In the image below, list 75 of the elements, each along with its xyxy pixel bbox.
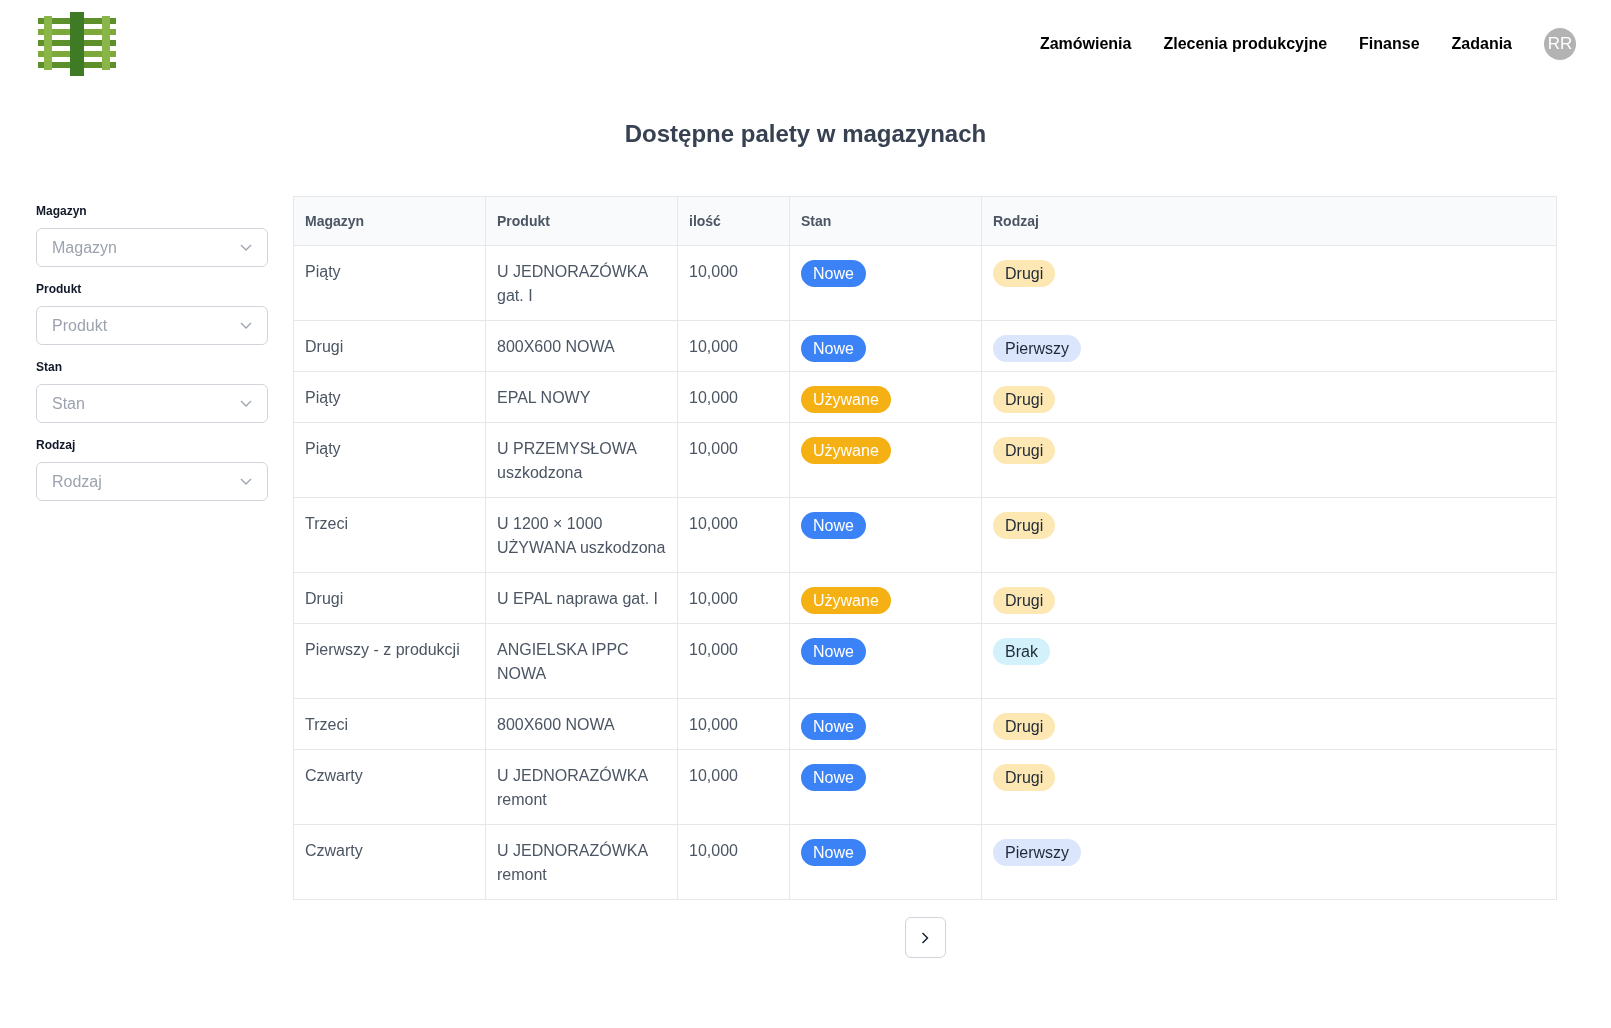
table-cell: 800X600 NOWA <box>485 698 678 750</box>
filter-select[interactable]: Magazyn <box>36 228 268 267</box>
table-cell: 10,000 <box>677 497 790 573</box>
table-cell: ANGIELSKA IPPC NOWA <box>485 623 678 699</box>
type-badge: Drugi <box>993 587 1056 614</box>
status-badge: Nowe <box>801 839 866 866</box>
filter-label: Magazyn <box>36 203 88 220</box>
status-badge: Używane <box>801 437 891 464</box>
filter-label: Stan <box>36 359 63 376</box>
table-cell: Piąty <box>293 245 486 321</box>
column-header: Magazyn <box>293 196 486 246</box>
chevron-right-icon <box>921 931 929 944</box>
table-cell: U JEDNORAZÓWKA gat. I <box>485 245 678 321</box>
table-cell: U EPAL naprawa gat. I <box>485 572 678 624</box>
table-cell: Piąty <box>293 371 486 423</box>
type-badge: Drugi <box>993 713 1056 740</box>
type-badge: Drugi <box>993 437 1056 464</box>
type-badge: Pierwszy <box>993 839 1081 866</box>
table-cell: Trzeci <box>293 497 486 573</box>
table-cell: U PRZEMYSŁOWA uszkodzona <box>485 422 678 498</box>
table-cell: 10,000 <box>677 698 790 750</box>
table-cell: Trzeci <box>293 698 486 750</box>
nav-link[interactable]: Zadania <box>1451 32 1512 56</box>
status-badge: Nowe <box>801 764 866 791</box>
filter-select[interactable]: Rodzaj <box>36 462 268 501</box>
chevron-down-icon <box>240 399 252 408</box>
status-badge: Nowe <box>801 638 866 665</box>
table-cell: 10,000 <box>677 572 790 624</box>
next-page-button[interactable] <box>904 917 946 958</box>
status-badge: Używane <box>801 587 891 614</box>
table-cell: 10,000 <box>677 749 790 825</box>
table-cell: Czwarty <box>293 749 486 825</box>
filter-label: Produkt <box>36 281 83 298</box>
chevron-down-icon <box>240 477 252 486</box>
type-badge: Drugi <box>993 386 1056 413</box>
table-cell: U JEDNORAZÓWKA remont <box>485 824 678 900</box>
type-badge: Drugi <box>993 260 1056 287</box>
table-cell: Drugi <box>293 572 486 624</box>
table-cell: U JEDNORAZÓWKA remont <box>485 749 678 825</box>
chevron-down-icon <box>240 243 252 252</box>
column-header: ilość <box>677 196 790 246</box>
table-cell: 10,000 <box>677 824 790 900</box>
type-badge: Drugi <box>993 512 1056 539</box>
type-badge: Pierwszy <box>993 335 1081 362</box>
chevron-down-icon <box>240 321 252 330</box>
table-cell: Pierwszy - z produkcji <box>293 623 486 699</box>
nav-link[interactable]: Zlecenia produkcyjne <box>1163 32 1328 56</box>
table-cell: 10,000 <box>677 623 790 699</box>
status-badge: Nowe <box>801 260 866 287</box>
table-cell: Czwarty <box>293 824 486 900</box>
filter-select[interactable]: Stan <box>36 384 268 423</box>
type-badge: Brak <box>993 638 1050 665</box>
table-cell: U 1200 × 1000 UŻYWANA uszkodzona <box>485 497 678 573</box>
table-cell: 10,000 <box>677 320 790 372</box>
table-cell: 10,000 <box>677 245 790 321</box>
column-header: Produkt <box>485 196 678 246</box>
column-header: Stan <box>789 196 982 246</box>
status-badge: Używane <box>801 386 891 413</box>
status-badge: Nowe <box>801 713 866 740</box>
table-cell: EPAL NOWY <box>485 371 678 423</box>
type-badge: Drugi <box>993 764 1056 791</box>
table-cell: Drugi <box>293 320 486 372</box>
table-cell: Piąty <box>293 422 486 498</box>
filter-label: Rodzaj <box>36 437 77 454</box>
nav-link[interactable]: Zamówienia <box>1039 32 1132 56</box>
filter-select[interactable]: Produkt <box>36 306 268 345</box>
page-title: Dostępne palety w magazynach <box>623 119 988 149</box>
status-badge: Nowe <box>801 335 866 362</box>
table-cell: 800X600 NOWA <box>485 320 678 372</box>
table-cell: 10,000 <box>677 422 790 498</box>
table-cell: 10,000 <box>677 371 790 423</box>
column-header: Rodzaj <box>981 196 1557 246</box>
nav-link[interactable]: Finanse <box>1359 32 1420 56</box>
user-avatar[interactable]: RR <box>1544 28 1576 60</box>
status-badge: Nowe <box>801 512 866 539</box>
